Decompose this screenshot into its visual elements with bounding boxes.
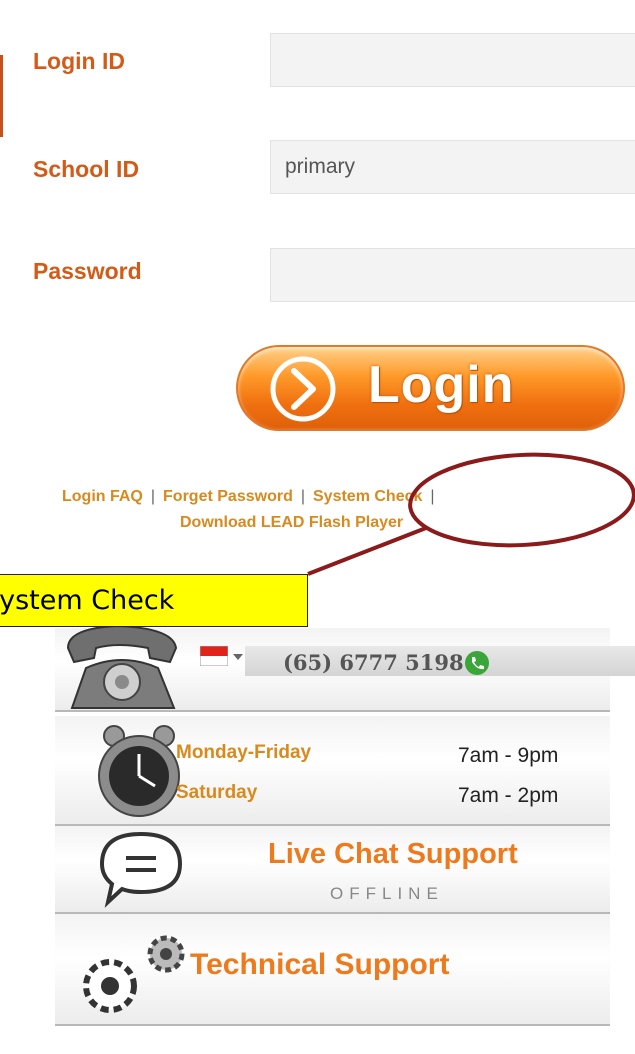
- link-separator: |: [300, 488, 305, 505]
- technical-support-title[interactable]: Technical Support: [190, 948, 449, 982]
- system-check-link[interactable]: System Check: [313, 488, 422, 505]
- password-field[interactable]: [270, 248, 635, 302]
- weekday-hours: 7am - 9pm: [458, 744, 559, 767]
- telephone-icon: [66, 624, 178, 709]
- login-id-label: Login ID: [33, 48, 125, 74]
- login-id-field[interactable]: [270, 33, 635, 87]
- link-separator: |: [430, 488, 435, 505]
- left-accent-bar: [0, 55, 3, 137]
- saturday-hours: 7am - 2pm: [458, 784, 559, 807]
- login-button-label: Login: [368, 356, 515, 414]
- school-id-field[interactable]: [270, 140, 635, 194]
- school-id-label: School ID: [33, 156, 140, 182]
- chat-bubble-icon: [99, 831, 183, 908]
- forget-password-link[interactable]: Forget Password: [163, 488, 293, 505]
- login-faq-link[interactable]: Login FAQ: [62, 488, 143, 505]
- download-flash-player-link[interactable]: Download LEAD Flash Player: [180, 514, 403, 531]
- call-icon[interactable]: [464, 650, 490, 676]
- arrow-right-icon: [270, 356, 336, 422]
- weekday-label: Monday-Friday: [176, 742, 312, 763]
- system-check-callout: System Check: [0, 574, 308, 627]
- clock-icon: [98, 725, 180, 817]
- chevron-down-icon[interactable]: [232, 652, 244, 662]
- live-chat-title[interactable]: Live Chat Support: [268, 838, 518, 871]
- live-chat-status: OFFLINE: [330, 884, 444, 903]
- support-phone-number: (65) 6777 5198: [283, 650, 464, 675]
- singapore-flag-icon[interactable]: [200, 646, 228, 666]
- callout-label: System Check: [0, 585, 175, 616]
- gears-icon: [83, 935, 185, 1013]
- link-separator: |: [150, 488, 156, 505]
- login-button[interactable]: Login: [236, 345, 625, 431]
- saturday-label: Saturday: [176, 782, 258, 803]
- password-label: Password: [33, 258, 142, 284]
